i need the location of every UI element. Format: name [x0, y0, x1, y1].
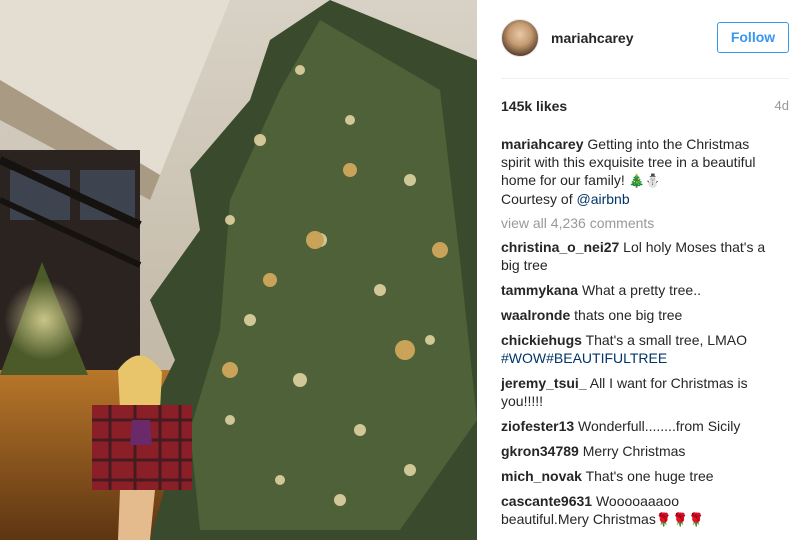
comment-item: tammykana What a pretty tree.. [501, 281, 769, 299]
comment-emoji: 🌹🌹🌹 [655, 512, 705, 527]
comment-username[interactable]: cascante9631 [501, 493, 592, 509]
comment-text: That's a small tree, LMAO [585, 332, 747, 348]
comment-text: Merry Christmas [582, 443, 686, 459]
post-header: mariahcarey Follow [477, 0, 795, 78]
comments-list: mariahcarey Getting into the Christmas s… [501, 135, 769, 536]
comment-username[interactable]: ziofester13 [501, 418, 574, 434]
comment-item: jeremy_tsui_ All I want for Christmas is… [501, 374, 769, 410]
christmas-tree-photo [0, 0, 477, 540]
caption-emoji: 🎄⛄ [628, 173, 661, 188]
post-info-panel: mariahcarey Follow 145k likes 4d mariahc… [477, 0, 795, 540]
comment-username[interactable]: mich_novak [501, 468, 582, 484]
caption-mention-link[interactable]: @airbnb [576, 191, 629, 207]
comment-item: mich_novak That's one huge tree [501, 467, 769, 485]
caption-courtesy: Courtesy of [501, 191, 577, 207]
comment-username[interactable]: waalronde [501, 307, 570, 323]
comment-username[interactable]: gkron34789 [501, 443, 579, 459]
comment-username[interactable]: tammykana [501, 282, 578, 298]
comment-text: What a pretty tree.. [581, 282, 701, 298]
comment-item: chickiehugs That's a small tree, LMAO #W… [501, 331, 769, 367]
caption-username[interactable]: mariahcarey [501, 136, 584, 152]
comment-username[interactable]: chickiehugs [501, 332, 582, 348]
follow-button[interactable]: Follow [717, 22, 789, 53]
post-author-username[interactable]: mariahcarey [551, 30, 634, 46]
comment-item: cascante9631 Wooooaaaoo beautiful.Mery C… [501, 492, 769, 529]
comment-item: ziofester13 Wonderfull........from Sicil… [501, 417, 769, 435]
comment-username[interactable]: jeremy_tsui_ [501, 375, 587, 391]
post-photo[interactable] [0, 0, 477, 540]
comment-text: That's one huge tree [585, 468, 714, 484]
likes-count[interactable]: 145k likes [501, 98, 567, 114]
comment-hashtags[interactable]: #WOW#BEAUTIFULTREE [501, 350, 667, 366]
comment-item: waalronde thats one big tree [501, 306, 769, 324]
comment-username[interactable]: christina_o_nei27 [501, 239, 619, 255]
view-all-comments-link[interactable]: view all 4,236 comments [501, 214, 769, 232]
post-age[interactable]: 4d [775, 98, 789, 113]
avatar[interactable] [501, 19, 539, 57]
comment-text: Wonderfull........from Sicily [578, 418, 741, 434]
comment-item: christina_o_nei27 Lol holy Moses that's … [501, 238, 769, 274]
header-divider [501, 78, 789, 79]
post-caption: mariahcarey Getting into the Christmas s… [501, 135, 769, 208]
comment-text: thats one big tree [574, 307, 683, 323]
comment-item: gkron34789 Merry Christmas [501, 442, 769, 460]
